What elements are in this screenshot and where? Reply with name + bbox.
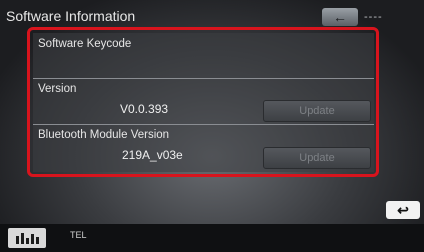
return-arrow-icon: ↩ xyxy=(397,201,409,218)
bottom-bar xyxy=(0,224,424,252)
equalizer-icon xyxy=(30,234,34,244)
tel-label[interactable]: TEL xyxy=(70,230,87,240)
page-title: Software Information xyxy=(6,8,136,24)
left-arrow-icon: ← xyxy=(333,9,347,25)
highlight-frame xyxy=(27,27,379,177)
return-button[interactable]: ↩ xyxy=(386,201,420,219)
equalizer-icon xyxy=(20,233,24,244)
equalizer-icon xyxy=(15,236,19,244)
equalizer-icon xyxy=(35,237,39,244)
equalizer-button[interactable] xyxy=(8,228,46,248)
status-text: ---- xyxy=(364,11,383,23)
back-button[interactable]: ← xyxy=(322,8,358,26)
equalizer-icon xyxy=(25,238,29,244)
